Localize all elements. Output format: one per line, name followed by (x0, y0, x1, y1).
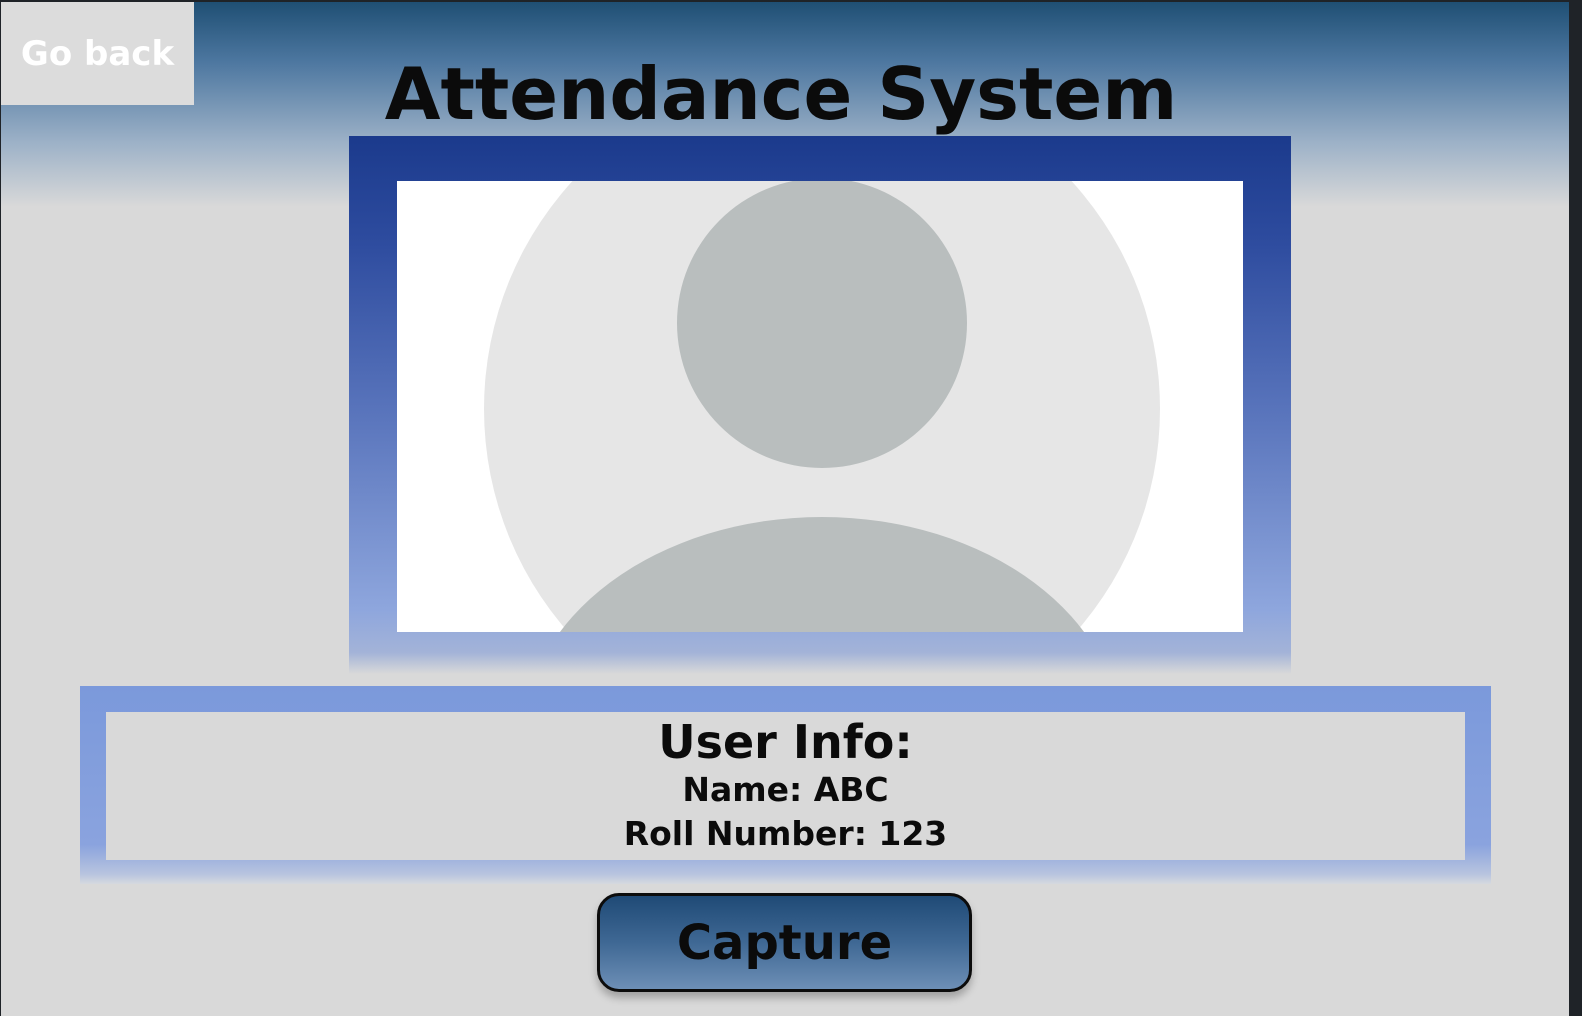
user-roll-number: Roll Number: 123 (623, 814, 948, 853)
camera-preview (397, 181, 1243, 632)
page-title: Attendance System (1, 52, 1569, 136)
capture-button[interactable]: Capture (597, 893, 972, 992)
user-info-heading: User Info: (658, 715, 913, 769)
user-name: Name: ABC (682, 770, 889, 809)
avatar-head (677, 181, 967, 468)
camera-frame (349, 136, 1291, 674)
user-info-content: User Info: Name: ABC Roll Number: 123 (106, 712, 1465, 860)
user-avatar-placeholder-icon (484, 181, 1160, 632)
page-title-text: Attendance System (384, 52, 1178, 136)
user-info-panel: User Info: Name: ABC Roll Number: 123 (80, 686, 1491, 884)
app-window: Go back Attendance System User Info: Nam… (1, 2, 1569, 1016)
